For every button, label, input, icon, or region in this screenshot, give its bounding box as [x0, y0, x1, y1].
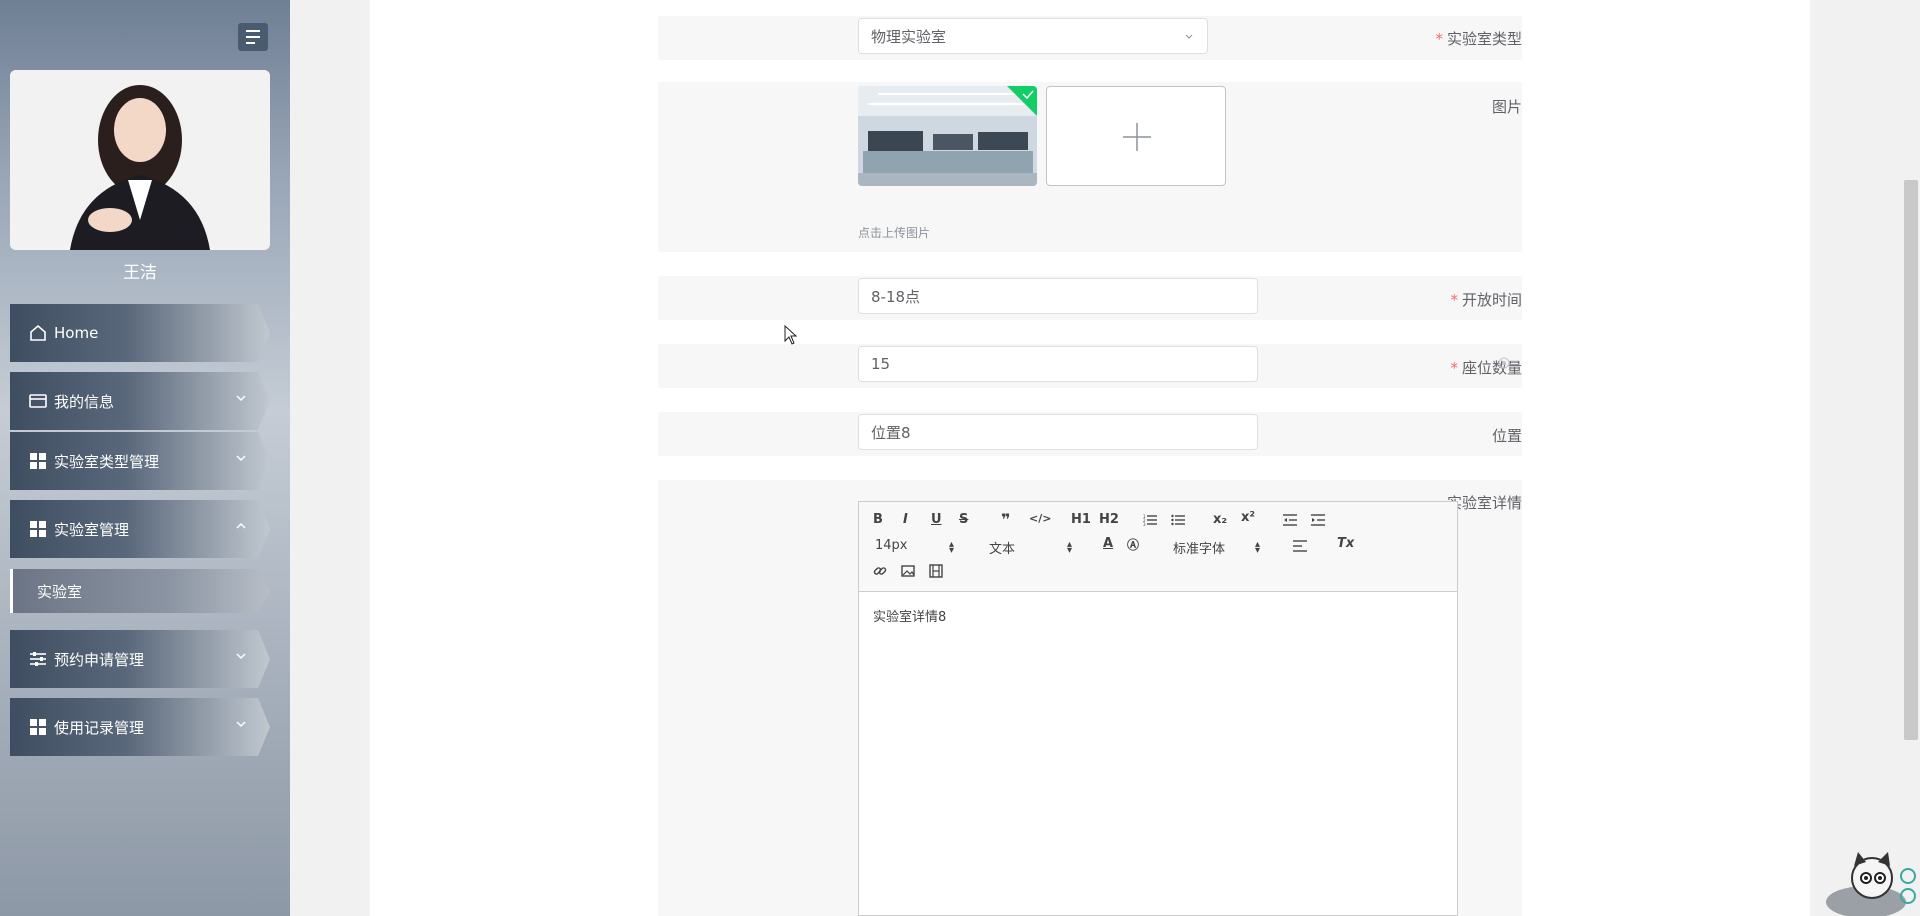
open-time-label: * 开放时间	[1450, 291, 1522, 309]
chevron-down-icon	[236, 721, 246, 728]
menu-lab-type-label: 实验室类型管理	[54, 452, 160, 471]
svg-text:3: 3	[1143, 522, 1146, 526]
location-value: 位置8	[871, 423, 911, 442]
bullet-list-icon[interactable]	[1171, 514, 1185, 526]
page-scrollbar[interactable]	[1904, 180, 1918, 740]
chevron-down-icon	[236, 455, 246, 462]
upload-image-button[interactable]	[1046, 86, 1226, 186]
italic-button[interactable]: I	[903, 512, 908, 527]
open-time-value: 8-18点	[871, 287, 921, 306]
cat-mascot-icon	[1826, 852, 1916, 916]
font-size-select[interactable]: 14px ▴ ▾	[875, 538, 954, 556]
chevron-up-icon	[236, 522, 246, 529]
superscript-button[interactable]: x²	[1241, 510, 1255, 525]
location-label: 位置	[1491, 427, 1522, 445]
mouse-cursor-icon	[784, 325, 798, 345]
blockquote-icon[interactable]: ❞	[1001, 510, 1010, 529]
underline-button[interactable]: U	[931, 512, 942, 527]
seats-value: 15	[871, 355, 891, 373]
seats-label: * 座位数量	[1450, 359, 1522, 377]
username: 王洁	[123, 263, 157, 283]
avatar-photo	[10, 70, 270, 250]
menu-my-info[interactable]: 我的信息	[10, 372, 270, 430]
seats-input[interactable]: 15	[858, 346, 1258, 382]
menu-home[interactable]: Home	[10, 304, 270, 362]
avatar	[10, 70, 270, 250]
clear-format-button[interactable]: Tx	[1337, 536, 1354, 551]
upload-success-icon	[1007, 86, 1037, 116]
chevron-down-icon	[1185, 34, 1193, 39]
link-icon[interactable]	[873, 564, 887, 578]
rich-text-editor[interactable]: B I U S ❞ </> H1 H2 123 x₂ x² 14px ▴ ▾ 文本…	[858, 501, 1458, 916]
image-label: 图片	[1491, 98, 1522, 116]
menu-lab-management[interactable]: 实验室管理	[10, 500, 270, 558]
submenu-lab[interactable]: 实验室	[10, 569, 270, 613]
lab-type-label: * 实验室类型	[1435, 30, 1522, 48]
menu-usage-records[interactable]: 使用记录管理	[10, 698, 270, 756]
location-input[interactable]: 位置8	[858, 414, 1258, 450]
sidebar: 王洁 Home 我的信息 实验室类型管理 实验室管理 实验室 预约申请管理 使用…	[0, 0, 290, 916]
collapse-sidebar-button[interactable]	[238, 23, 268, 51]
font-family-select[interactable]: 标准字体 ▴ ▾	[1173, 538, 1260, 557]
uploaded-image-thumbnail[interactable]	[858, 86, 1037, 186]
plus-icon	[1123, 123, 1151, 151]
code-icon[interactable]: </>	[1029, 512, 1051, 525]
clear-icon[interactable]	[1498, 357, 1510, 369]
indent-icon[interactable]	[1311, 514, 1325, 526]
align-left-icon[interactable]	[1293, 540, 1307, 552]
text-color-icon[interactable]: A	[1103, 536, 1113, 551]
sliders-icon	[28, 649, 48, 669]
ordered-list-icon[interactable]: 123	[1143, 514, 1157, 526]
bold-button[interactable]: B	[873, 512, 883, 527]
menu-reservation-management[interactable]: 预约申请管理	[10, 630, 270, 688]
menu-home-label: Home	[54, 324, 99, 342]
lab-type-value: 物理实验室	[871, 27, 947, 46]
outdent-icon[interactable]	[1283, 514, 1297, 526]
menu-lab-management-label: 实验室管理	[54, 520, 130, 539]
menu-reservation-label: 预约申请管理	[54, 650, 145, 669]
upload-tip: 点击上传图片	[858, 226, 931, 240]
editor-toolbar: B I U S ❞ </> H1 H2 123 x₂ x² 14px ▴ ▾ 文本…	[859, 502, 1457, 592]
subscript-button[interactable]: x₂	[1213, 512, 1227, 527]
editor-content[interactable]: 实验室详情8	[873, 606, 946, 625]
menu-usage-records-label: 使用记录管理	[54, 718, 145, 737]
chevron-down-icon	[236, 395, 246, 402]
grid-icon	[28, 717, 48, 737]
menu-my-info-label: 我的信息	[54, 392, 115, 411]
menu-lab-type-management[interactable]: 实验室类型管理	[10, 432, 270, 490]
grid-icon	[28, 519, 48, 539]
card-icon	[28, 391, 48, 411]
open-time-input[interactable]: 8-18点	[858, 278, 1258, 314]
strike-button[interactable]: S	[959, 512, 968, 527]
grid-icon	[28, 451, 48, 471]
chevron-down-icon	[236, 653, 246, 660]
background-color-icon[interactable]: Ⓐ	[1127, 536, 1139, 553]
submenu-lab-label: 实验室	[37, 582, 83, 601]
home-icon	[28, 323, 48, 343]
h1-button[interactable]: H1	[1071, 512, 1091, 527]
image-icon[interactable]	[901, 564, 915, 578]
block-type-select[interactable]: 文本 ▴ ▾	[989, 538, 1072, 557]
video-icon[interactable]	[929, 564, 943, 578]
h2-button[interactable]: H2	[1099, 512, 1119, 527]
lab-type-select[interactable]: 物理实验室	[858, 18, 1208, 54]
